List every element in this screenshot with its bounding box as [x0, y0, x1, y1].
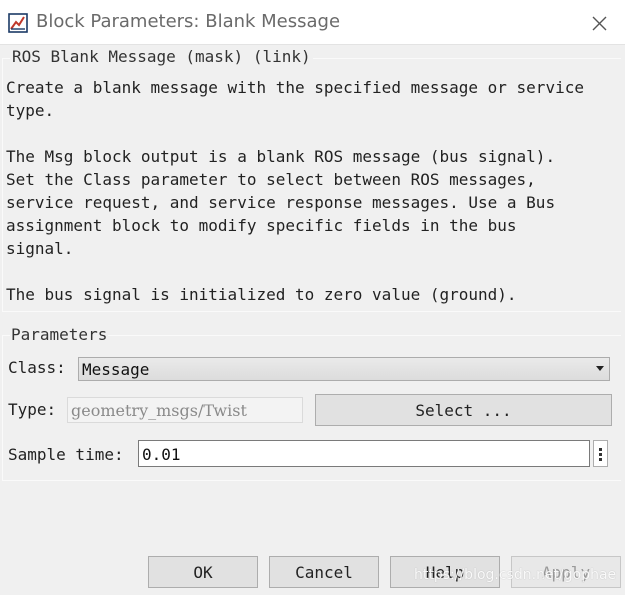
title-bar: Block Parameters: Blank Message	[0, 0, 625, 45]
sample-time-input[interactable]: 0.01	[138, 440, 590, 467]
type-field[interactable]: geometry_msgs/Twist	[67, 397, 303, 423]
cancel-button[interactable]: Cancel	[269, 556, 379, 588]
class-dropdown-value: Message	[82, 360, 150, 379]
class-label: Class:	[8, 358, 66, 377]
description-group-title: ROS Blank Message (mask) (link)	[10, 47, 313, 66]
window-title: Block Parameters: Blank Message	[36, 11, 341, 32]
type-field-value: geometry_msgs/Twist	[71, 401, 247, 420]
description-text: Create a blank message with the specifie…	[6, 78, 584, 304]
close-icon[interactable]	[582, 8, 616, 38]
sample-time-value: 0.01	[142, 445, 181, 464]
type-label: Type:	[8, 400, 57, 419]
chevron-down-icon	[596, 366, 604, 371]
sample-time-label: Sample time:	[8, 445, 124, 464]
select-type-button[interactable]: Select ...	[315, 394, 612, 426]
ok-button[interactable]: OK	[148, 556, 258, 588]
parameters-group-title: Parameters	[10, 325, 109, 344]
more-options-icon[interactable]	[593, 440, 608, 467]
watermark: https://blog.csdn.net/gophae	[414, 567, 617, 583]
class-dropdown[interactable]: Message	[78, 357, 610, 381]
simulink-block-icon	[8, 13, 28, 33]
